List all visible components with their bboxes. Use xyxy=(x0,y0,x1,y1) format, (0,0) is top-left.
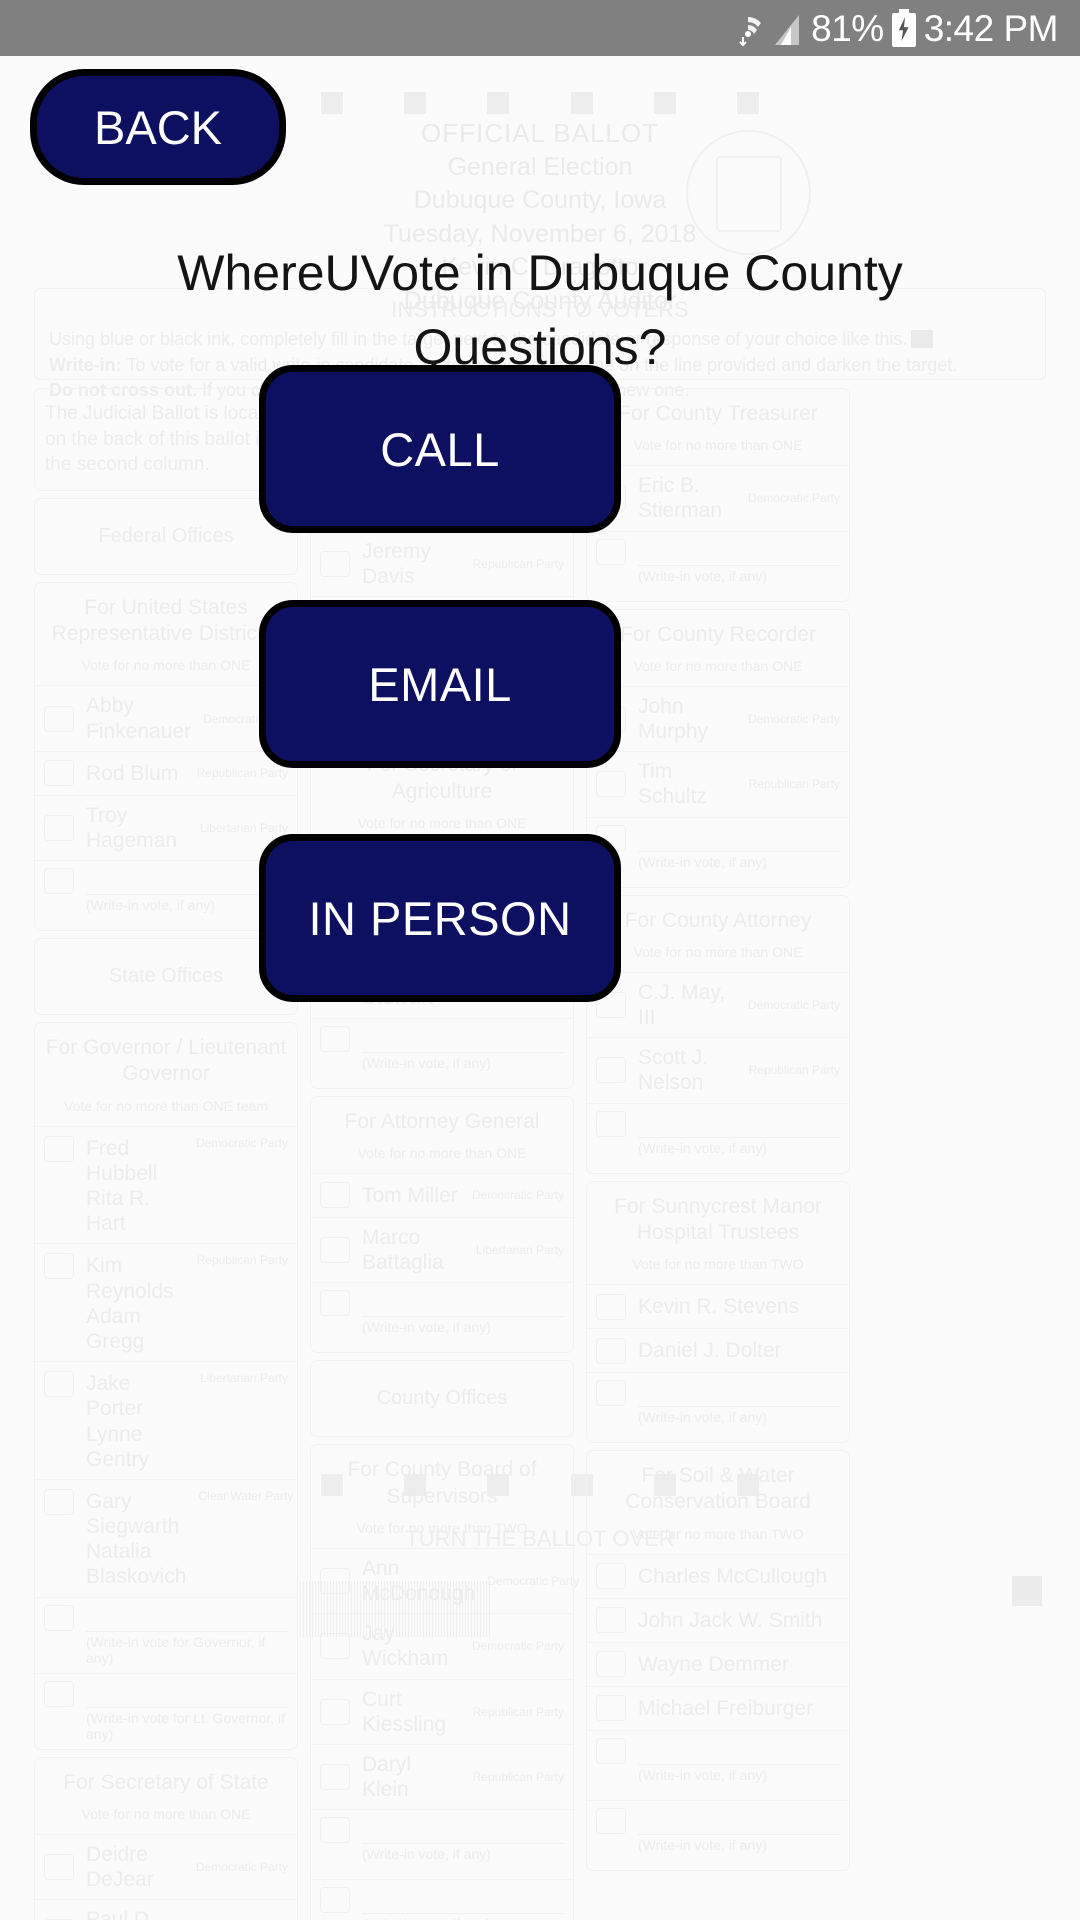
battery-percentage: 81% xyxy=(811,7,884,49)
app-overlay: BACK WhereUVote in Dubuque County Questi… xyxy=(0,56,1080,1920)
back-button-label: BACK xyxy=(94,100,222,154)
in-person-button[interactable]: IN PERSON xyxy=(259,834,621,1002)
page-title: WhereUVote in Dubuque County xyxy=(177,245,903,301)
battery-charging-icon xyxy=(891,9,916,47)
email-button[interactable]: EMAIL xyxy=(259,600,621,768)
wifi-icon xyxy=(733,9,763,47)
status-bar: 81% 3:42 PM xyxy=(0,0,1080,56)
call-button[interactable]: CALL xyxy=(259,365,621,533)
back-button[interactable]: BACK xyxy=(30,69,286,185)
cellular-signal-icon xyxy=(771,9,803,47)
in-person-button-label: IN PERSON xyxy=(308,891,572,945)
call-button-label: CALL xyxy=(380,422,500,476)
clock: 3:42 PM xyxy=(923,7,1059,49)
email-button-label: EMAIL xyxy=(368,657,512,711)
